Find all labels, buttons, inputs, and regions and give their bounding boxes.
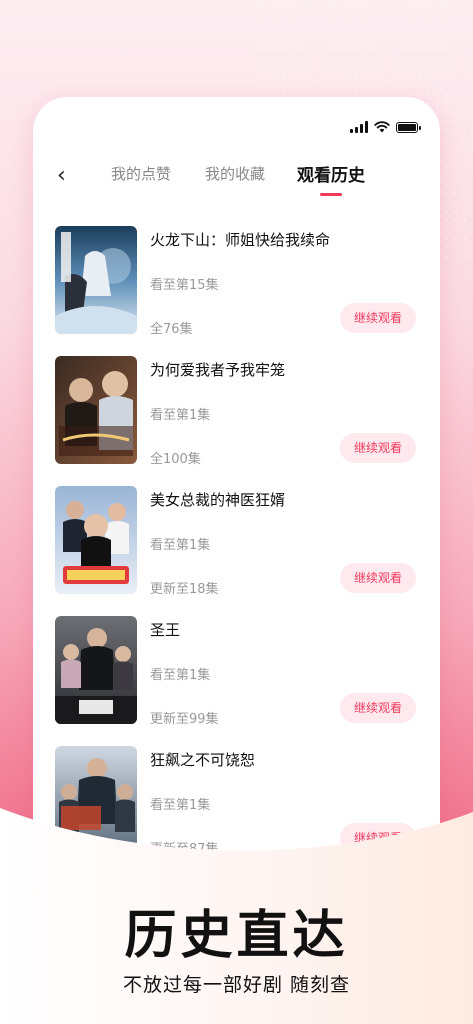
promo-headline: 历史直达 bbox=[124, 906, 349, 966]
promo-wave-background bbox=[0, 808, 473, 1024]
promo-subtitle: 不放过每一部好剧 随刻查 bbox=[122, 974, 351, 996]
